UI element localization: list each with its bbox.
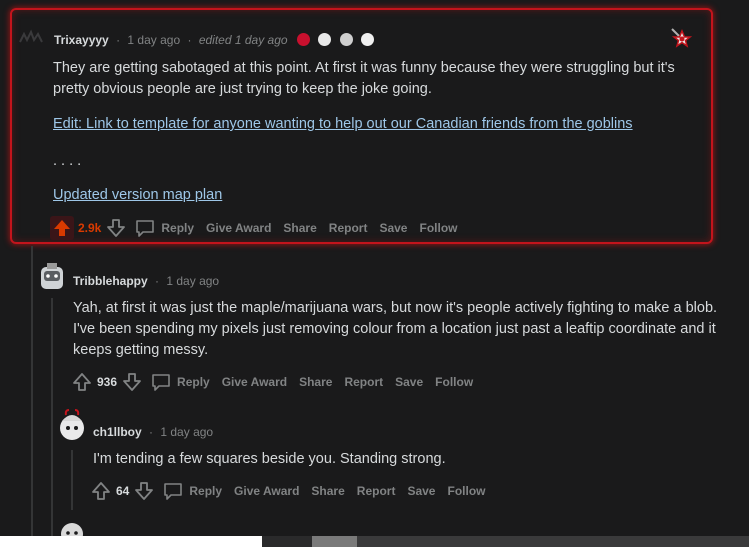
award-icon[interactable]: [296, 33, 310, 46]
user-avatar-icon[interactable]: [58, 518, 86, 536]
vote-score: 936: [97, 375, 118, 389]
reply-label: Reply: [177, 375, 210, 389]
report-button[interactable]: Report: [344, 375, 383, 389]
timestamp[interactable]: 1 day ago: [160, 425, 213, 439]
follow-button[interactable]: Follow: [435, 375, 473, 389]
user-avatar-icon[interactable]: [16, 28, 46, 46]
upvote-icon[interactable]: [71, 371, 93, 393]
comment-actions: 936 Reply Give Award Share Report Save F…: [71, 371, 485, 393]
reply-label: Reply: [161, 221, 195, 235]
follow-button[interactable]: Follow: [447, 484, 485, 498]
share-button[interactable]: Share: [299, 375, 332, 389]
edited-label: edited 1 day ago: [198, 33, 288, 47]
vote-score: 64: [116, 484, 130, 498]
user-avatar-icon[interactable]: [38, 259, 66, 295]
comment-meta: Tribblehappy · 1 day ago: [73, 274, 219, 288]
separator-dot: ·: [187, 33, 192, 47]
report-button[interactable]: Report: [357, 484, 396, 498]
report-button[interactable]: Report: [329, 221, 368, 235]
thread-line[interactable]: [71, 450, 73, 510]
separator-dot: ·: [149, 425, 154, 439]
comment-meta: ch1llboy · 1 day ago: [93, 425, 213, 439]
comment-icon: [164, 483, 183, 500]
share-button[interactable]: Share: [311, 484, 344, 498]
comment-body: Yah, at first it was just the maple/mari…: [73, 300, 718, 358]
give-award-button[interactable]: Give Award: [206, 221, 271, 235]
timestamp[interactable]: 1 day ago: [127, 33, 180, 47]
separator-dot: ·: [155, 274, 160, 288]
template-link[interactable]: Edit: Link to template for anyone wantin…: [53, 116, 633, 132]
bottom-bar: [0, 536, 749, 547]
user-avatar-icon[interactable]: [57, 407, 87, 445]
comment-dots: . . . .: [53, 153, 82, 169]
username[interactable]: ch1llboy: [93, 425, 142, 439]
comment-body: I'm tending a few squares beside you. St…: [93, 451, 446, 467]
comment-meta: Trixayyyy · 1 day ago · edited 1 day ago: [54, 33, 374, 47]
comment-icon: [136, 220, 155, 237]
upvote-icon[interactable]: [50, 216, 74, 240]
bottom-bar-segment: [262, 536, 312, 547]
award-icon[interactable]: [318, 33, 332, 46]
reply-label: Reply: [189, 484, 223, 498]
bottom-bar-segment: [0, 536, 262, 547]
save-button[interactable]: Save: [379, 221, 407, 235]
save-button[interactable]: Save: [395, 375, 423, 389]
upvote-icon[interactable]: [90, 480, 112, 502]
thread-line[interactable]: [51, 298, 53, 536]
comment-thread: Trixayyyy · 1 day ago · edited 1 day ago…: [0, 0, 749, 547]
reply-button[interactable]: Reply: [163, 482, 222, 500]
share-button[interactable]: Share: [283, 221, 316, 235]
timestamp[interactable]: 1 day ago: [166, 274, 219, 288]
give-award-button[interactable]: Give Award: [234, 484, 299, 498]
map-plan-link[interactable]: Updated version map plan: [53, 187, 222, 203]
bottom-bar-segment: [312, 536, 357, 547]
bottom-bar-segment: [357, 536, 749, 547]
vote-score: 2.9k: [78, 221, 102, 235]
downvote-icon[interactable]: [121, 371, 143, 393]
star-award-icon[interactable]: [669, 27, 693, 49]
username[interactable]: Trixayyyy: [54, 33, 109, 47]
thread-line[interactable]: [31, 246, 33, 536]
save-button[interactable]: Save: [407, 484, 435, 498]
comment-actions: 64 Reply Give Award Share Report Save Fo…: [90, 480, 497, 502]
comment-link-row: Edit: Link to template for anyone wantin…: [53, 114, 703, 135]
award-icon[interactable]: [339, 33, 353, 46]
username[interactable]: Tribblehappy: [73, 274, 148, 288]
reply-button[interactable]: Reply: [151, 373, 210, 391]
separator-dot: ·: [116, 33, 121, 47]
reply-button[interactable]: Reply: [135, 219, 194, 237]
comment-actions: 2.9k Reply Give Award Share Report Save …: [50, 216, 469, 240]
comment-body: They are getting sabotaged at this point…: [53, 60, 675, 97]
downvote-icon[interactable]: [105, 217, 127, 239]
award-icon[interactable]: [360, 33, 374, 46]
downvote-icon[interactable]: [133, 480, 155, 502]
comment-icon: [152, 374, 170, 391]
give-award-button[interactable]: Give Award: [222, 375, 287, 389]
follow-button[interactable]: Follow: [419, 221, 457, 235]
comment-link-row: Updated version map plan: [53, 185, 222, 206]
